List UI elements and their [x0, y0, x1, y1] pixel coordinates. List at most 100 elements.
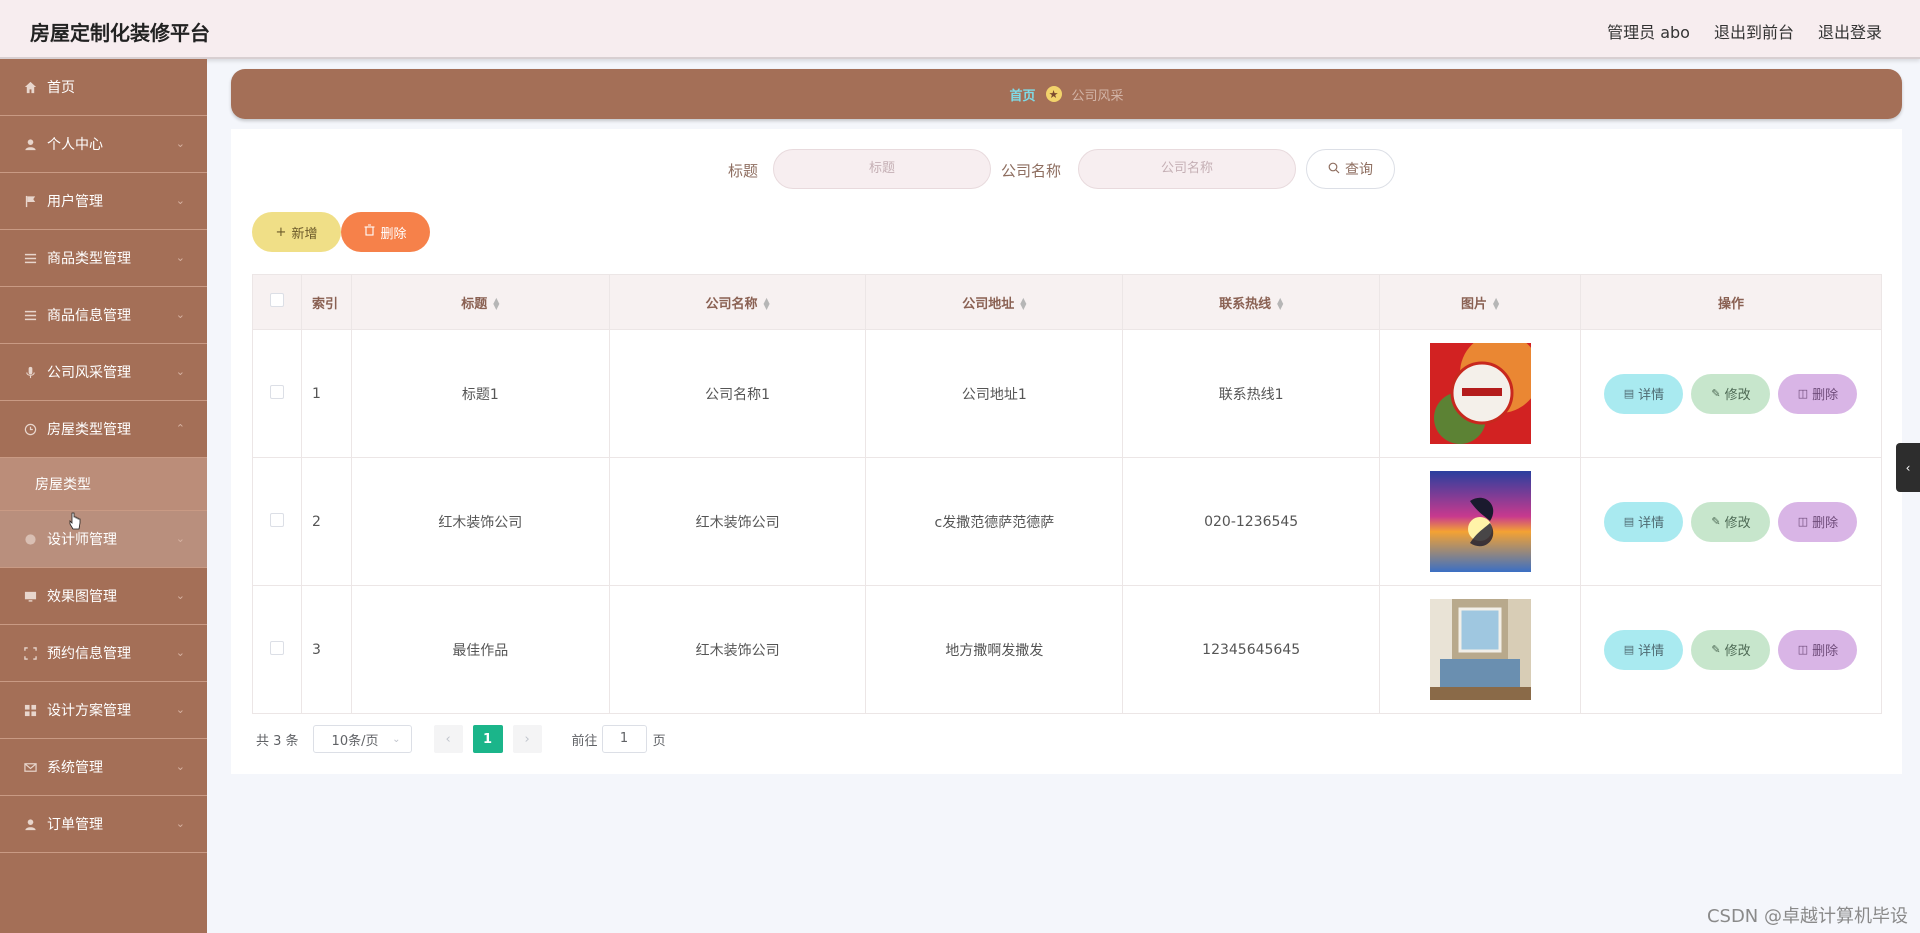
sidebar-item-label: 公司风采管理: [47, 365, 131, 381]
prev-page-button[interactable]: ‹: [433, 725, 463, 753]
column-header-phone[interactable]: 联系热线 ▲ ▼: [1122, 274, 1381, 330]
title-search-input[interactable]: 标题: [773, 149, 991, 189]
sidebar-item-label: 预约信息管理: [47, 646, 131, 662]
sidebar-item-house-types[interactable]: 房屋类型管理 ⌃: [0, 401, 207, 458]
cell-image: [1379, 457, 1581, 586]
sidebar-item-product-types[interactable]: 商品类型管理 ⌄: [0, 230, 207, 287]
next-page-button[interactable]: ›: [512, 725, 542, 753]
delete-button[interactable]: ◫ 删除: [1778, 629, 1858, 670]
trash-icon: ◫: [1797, 387, 1809, 400]
detail-button[interactable]: ▤ 详情: [1604, 373, 1684, 414]
cell-address: 公司地址1: [865, 329, 1124, 458]
column-header-title[interactable]: 标题 ▲ ▼: [350, 274, 610, 330]
column-header-company[interactable]: 公司名称 ▲ ▼: [608, 274, 867, 330]
main-panel: 标题 标题 公司名称 公司名称 查询 + 新增 删除 索引 标题▲▼ 公司名: [231, 129, 1902, 774]
sidebar-item-label: 设计方案管理: [47, 703, 131, 719]
data-table: 索引 标题 ▲ ▼ 公司名称 ▲ ▼ 公司地址 ▲ ▼ 联系热线 ▲ ▼ 图片 ▲ ▼ 操作 1 标…: [252, 274, 1883, 714]
company-image-thumbnail[interactable]: [1429, 343, 1531, 444]
column-header-label: 联系热线: [1219, 296, 1272, 312]
breadcrumb-home[interactable]: 首页: [1009, 85, 1035, 104]
sidebar-item-product-info[interactable]: 商品信息管理 ⌄: [0, 287, 207, 344]
company-image-thumbnail[interactable]: [1429, 471, 1531, 572]
sidebar-subitem-house-type[interactable]: 房屋类型: [0, 458, 207, 511]
batch-delete-button[interactable]: 删除: [341, 212, 430, 252]
mail-icon: [22, 759, 38, 775]
sort-icon[interactable]: ▲ ▼: [1277, 297, 1283, 311]
sort-icon[interactable]: ▲ ▼: [764, 297, 770, 311]
plus-icon: +: [275, 224, 287, 240]
trash-icon: [364, 224, 375, 240]
breadcrumb-current: 公司风采: [1071, 88, 1124, 104]
sort-icon[interactable]: ▲ ▼: [493, 297, 499, 311]
company-search-label: 公司名称: [1001, 162, 1062, 180]
search-icon: [1328, 162, 1340, 177]
cell-title: 红木装饰公司: [350, 457, 610, 586]
flag-icon: [22, 193, 38, 209]
row-select-cell: [252, 585, 302, 714]
delete-button-label: 删除: [380, 226, 407, 242]
logout-link[interactable]: 退出登录: [1818, 19, 1882, 43]
detail-button[interactable]: ▤ 详情: [1604, 629, 1684, 670]
mouse-cursor-icon: [69, 512, 81, 530]
page-size-select[interactable]: 10条/页 ⌄: [312, 725, 412, 753]
user-icon: [22, 136, 38, 152]
sort-icon[interactable]: ▲ ▼: [1493, 297, 1499, 311]
collapse-side-tab[interactable]: ‹: [1896, 443, 1920, 492]
sidebar-item-label: 订单管理: [47, 817, 103, 833]
edit-button[interactable]: ✎ 修改: [1691, 501, 1771, 542]
sidebar-item-label: 首页: [47, 80, 75, 96]
person-icon: [22, 816, 38, 832]
sidebar-item-design-plans[interactable]: 设计方案管理 ⌄: [0, 682, 207, 739]
query-button[interactable]: 查询: [1306, 149, 1395, 189]
edit-label: 修改: [1724, 516, 1751, 531]
row-checkbox[interactable]: [269, 384, 284, 399]
cell-phone: 联系热线1: [1122, 329, 1381, 458]
edit-button[interactable]: ✎ 修改: [1691, 373, 1771, 414]
sidebar-item-label: 个人中心: [47, 137, 103, 153]
detail-label: 详情: [1638, 388, 1665, 403]
cell-index: 2: [300, 457, 352, 586]
column-header-image[interactable]: 图片 ▲ ▼: [1379, 274, 1581, 330]
company-search-input[interactable]: 公司名称: [1078, 149, 1296, 189]
cell-address: 地方撒啊发撒发: [865, 585, 1124, 714]
sidebar-item-appointments[interactable]: 预约信息管理 ⌄: [0, 625, 207, 682]
breadcrumb: 首页 ★ 公司风采: [231, 69, 1902, 119]
exit-to-front-link[interactable]: 退出到前台: [1714, 19, 1794, 43]
row-checkbox[interactable]: [269, 640, 284, 655]
sidebar-item-home[interactable]: 首页: [0, 59, 207, 116]
row-checkbox[interactable]: [269, 512, 284, 527]
header-links: 管理员 abo 退出到前台 退出登录: [1607, 19, 1882, 43]
select-all-checkbox[interactable]: [269, 293, 284, 307]
delete-button[interactable]: ◫ 删除: [1778, 501, 1858, 542]
page-suffix-label: 页: [652, 733, 666, 749]
sidebar-item-users[interactable]: 用户管理 ⌄: [0, 173, 207, 230]
trash-icon: ◫: [1797, 515, 1809, 528]
chevron-down-icon: ⌄: [175, 703, 185, 716]
sidebar-item-system[interactable]: 系统管理 ⌄: [0, 739, 207, 796]
chevron-down-icon: ⌄: [175, 308, 185, 321]
sort-icon[interactable]: ▲ ▼: [1020, 297, 1026, 311]
sidebar-item-profile[interactable]: 个人中心 ⌄: [0, 116, 207, 173]
detail-button[interactable]: ▤ 详情: [1604, 501, 1684, 542]
delete-button[interactable]: ◫ 删除: [1778, 373, 1858, 414]
page-number-current[interactable]: 1: [472, 725, 503, 753]
pagination-total: 共 3 条: [256, 733, 299, 749]
chevron-down-icon: ⌄: [175, 251, 185, 264]
sidebar-item-designers[interactable]: 设计师管理 ⌄: [0, 511, 207, 568]
edit-button[interactable]: ✎ 修改: [1691, 629, 1771, 670]
sidebar-item-company-style[interactable]: 公司风采管理 ⌄: [0, 344, 207, 401]
column-header-address[interactable]: 公司地址 ▲ ▼: [865, 274, 1124, 330]
sidebar-item-label: 房屋类型管理: [47, 422, 131, 438]
sidebar-item-orders[interactable]: 订单管理 ⌄: [0, 796, 207, 853]
cell-actions: ▤ 详情 ✎ 修改 ◫ 删除: [1579, 329, 1883, 458]
add-button[interactable]: + 新增: [252, 212, 341, 252]
goto-page-input[interactable]: 1: [601, 725, 647, 753]
chevron-left-icon: ‹: [1905, 460, 1911, 475]
column-header-actions: 操作: [1579, 274, 1883, 330]
document-icon: ▤: [1623, 387, 1635, 400]
query-button-label: 查询: [1345, 162, 1373, 178]
cell-image: [1379, 585, 1581, 714]
title-search-label: 标题: [728, 162, 759, 180]
company-image-thumbnail[interactable]: [1429, 599, 1531, 700]
sidebar-item-renderings[interactable]: 效果图管理 ⌄: [0, 568, 207, 625]
